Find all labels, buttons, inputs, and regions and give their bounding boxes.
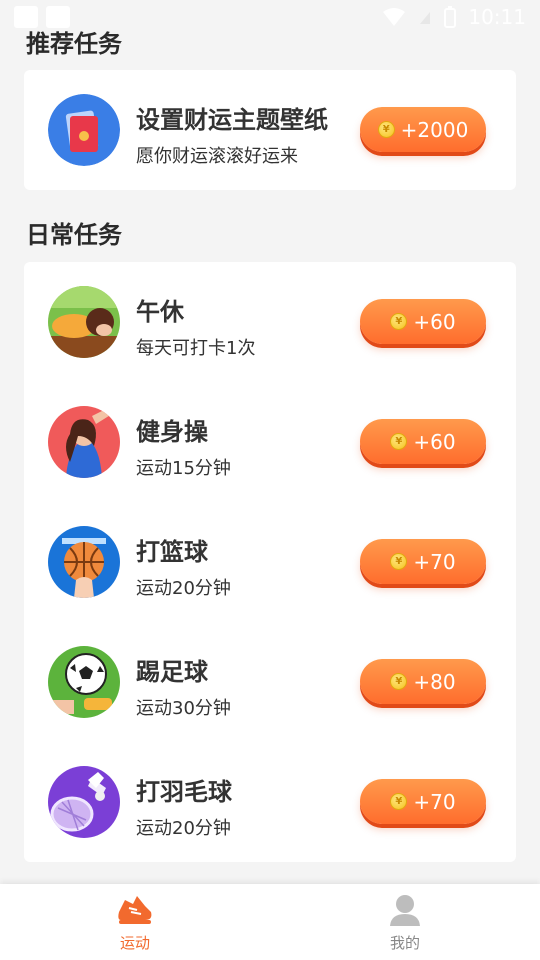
task-item[interactable]: 踢足球 运动30分钟 ¥ +80 — [24, 622, 516, 742]
task-item[interactable]: 打篮球 运动20分钟 ¥ +70 — [24, 502, 516, 622]
task-name: 午休 — [136, 298, 184, 326]
task-name: 设置财运主题壁纸 — [136, 106, 328, 134]
reward-amount: +70 — [413, 549, 456, 574]
task-name: 打羽毛球 — [136, 778, 232, 806]
coin-icon: ¥ — [390, 673, 408, 690]
reward-button[interactable]: ¥ +60 — [360, 299, 486, 344]
task-desc: 每天可打卡1次 — [136, 338, 256, 359]
reward-button[interactable]: ¥ +2000 — [360, 107, 486, 152]
recommended-card: 设置财运主题壁纸 愿你财运滚滚好运来 ¥ +2000 — [24, 70, 516, 190]
task-item[interactable]: 健身操 运动15分钟 ¥ +60 — [24, 382, 516, 502]
daily-card: 午休 每天可打卡1次 ¥ +60 健身操 运动15分钟 ¥ +60 打篮球 运动… — [24, 262, 516, 862]
nav-item-sport[interactable]: 运动 — [75, 892, 195, 953]
coin-icon: ¥ — [390, 553, 408, 570]
sneaker-icon — [118, 896, 152, 924]
task-desc: 运动15分钟 — [136, 458, 231, 479]
user-icon — [390, 895, 420, 926]
reward-amount: +60 — [413, 429, 456, 454]
wallpaper-icon — [48, 94, 120, 166]
aerobics-icon — [48, 406, 120, 478]
coin-icon: ¥ — [390, 313, 408, 330]
nav-label: 我的 — [389, 934, 420, 952]
task-desc: 运动30分钟 — [136, 698, 231, 719]
task-name: 打篮球 — [136, 538, 208, 566]
battery-icon — [444, 6, 457, 28]
coin-icon: ¥ — [390, 793, 408, 810]
soccer-icon — [48, 646, 120, 718]
reward-amount: +60 — [413, 309, 456, 334]
wifi-icon — [383, 8, 406, 26]
task-desc: 运动20分钟 — [136, 578, 231, 599]
task-item[interactable]: 打羽毛球 运动20分钟 ¥ +70 — [24, 742, 516, 862]
status-bar: 10:11 — [0, 0, 540, 34]
nav-item-mine[interactable]: 我的 — [345, 892, 465, 953]
task-item[interactable]: 午休 每天可打卡1次 ¥ +60 — [24, 262, 516, 382]
reward-amount: +2000 — [400, 117, 469, 142]
reward-button[interactable]: ¥ +70 — [360, 539, 486, 584]
task-name: 健身操 — [136, 418, 208, 446]
reward-amount: +80 — [413, 669, 456, 694]
notification-icon — [46, 6, 70, 28]
section-title-daily: 日常任务 — [26, 221, 122, 249]
task-desc: 运动20分钟 — [136, 818, 231, 839]
reward-button[interactable]: ¥ +80 — [360, 659, 486, 704]
reward-button[interactable]: ¥ +60 — [360, 419, 486, 464]
notification-icon — [14, 6, 38, 28]
status-time: 10:11 — [468, 5, 526, 29]
task-name: 踢足球 — [136, 658, 208, 686]
badminton-icon — [48, 766, 120, 838]
reward-amount: +70 — [413, 789, 456, 814]
task-item[interactable]: 设置财运主题壁纸 愿你财运滚滚好运来 ¥ +2000 — [24, 70, 516, 190]
nap-icon — [48, 286, 120, 358]
coin-icon: ¥ — [377, 121, 395, 138]
task-desc: 愿你财运滚滚好运来 — [136, 146, 298, 167]
reward-button[interactable]: ¥ +70 — [360, 779, 486, 824]
nav-label: 运动 — [119, 934, 150, 952]
basketball-icon — [48, 526, 120, 598]
coin-icon: ¥ — [390, 433, 408, 450]
signal-icon — [420, 12, 431, 24]
bottom-nav: 运动 我的 — [0, 884, 540, 960]
